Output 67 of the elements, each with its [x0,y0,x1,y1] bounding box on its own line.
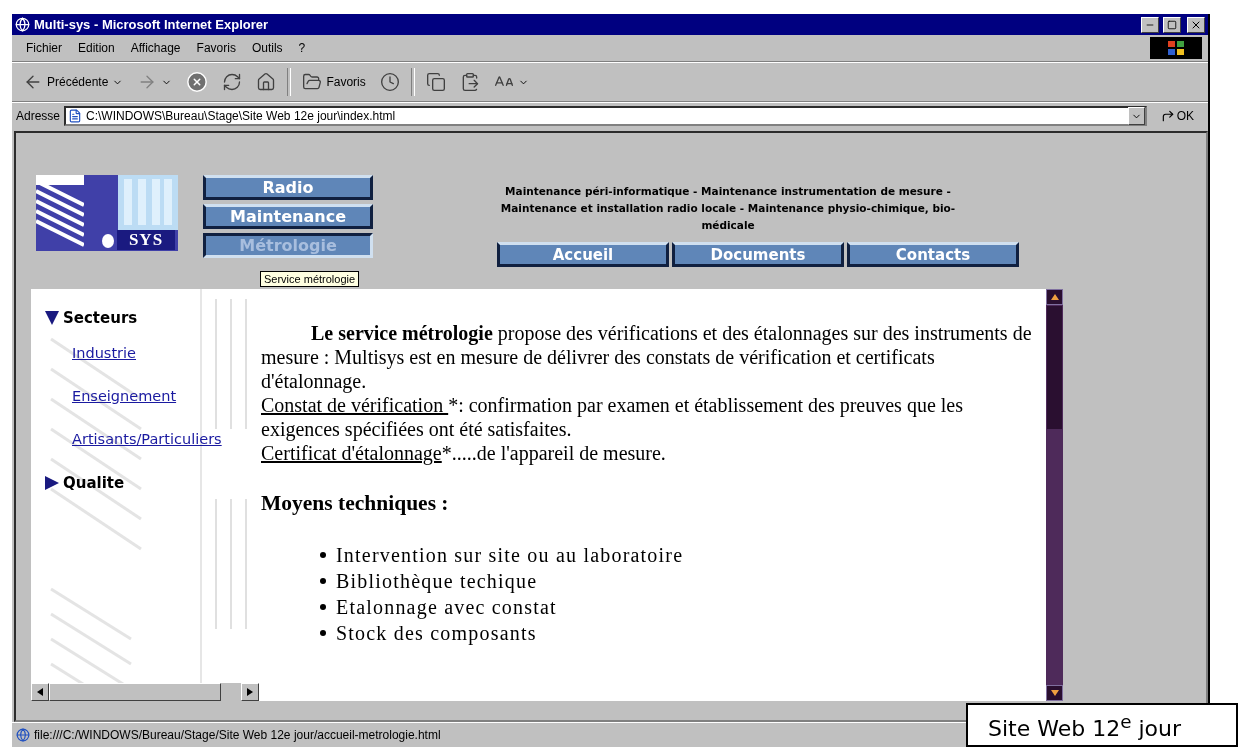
address-label: Adresse [16,109,61,123]
clock-icon [379,72,400,92]
back-button[interactable]: Précédente [20,70,127,94]
menu-item[interactable]: Edition [70,41,123,55]
menu-item[interactable]: Outils [243,41,291,55]
nav-button[interactable]: Radio [203,175,373,200]
favorites-button[interactable]: Favoris [299,70,369,94]
home-icon [256,72,277,92]
section-heading: Moyens techniques : [261,491,450,516]
x-circle-icon [186,71,209,93]
nav-button[interactable]: Contacts [847,242,1019,267]
arrow-up-icon [1050,294,1059,300]
list-item: Intervention sur site ou au laboratoire [336,543,684,568]
copy-icon [425,72,446,92]
scroll-down-button[interactable] [1046,685,1063,701]
arrow-down-icon [1050,690,1059,696]
dropdown-button[interactable] [1127,107,1145,125]
bullet-icon [320,578,326,584]
nav-button[interactable]: Documents [672,242,844,267]
folder-icon [302,72,323,92]
definition-text: Certificat d'étalonnage*.....de l'appareil de mesure. [261,441,667,465]
tooltip: Service métrologie [260,271,360,287]
section-label: Qualite [63,474,125,492]
page-icon [16,728,30,742]
section-label: Secteurs [63,309,138,327]
arrow-left-icon [37,688,43,696]
bullet-icon [320,630,326,636]
arrow-right-icon [247,688,253,696]
maximize-button[interactable] [1163,16,1181,33]
sidebar-link[interactable]: Industrie [72,345,259,361]
scroll-right-button[interactable] [241,683,259,701]
menu-item[interactable]: Affichage [122,41,189,55]
definition-text: Constat de vérification *: confirmation par examen et établissement des preuves que les exigences spécifiées ont été satisfaites. [261,393,964,441]
address-field[interactable]: C:\WINDOWS\Bureau\Stage\Site Web 12e jour\index.html [64,106,1147,126]
scroll-up-button[interactable] [1046,289,1063,305]
triangle-right-icon[interactable] [45,476,59,490]
bullet-icon [320,552,326,558]
caption-text: Site Web 12$^{e}$ jour [966,703,1238,747]
nav-button[interactable]: Maintenance [203,204,373,229]
browser-icon [15,17,30,32]
header-text: Maintenance péri-informatique - Maintenance instrumentation de mesure - Maintenance et installation radio locale - Maintenance physio-chimique, bio- médicale [500,184,956,233]
close-button[interactable] [1187,16,1205,33]
page-icon [68,109,83,123]
intro-paragraph: Le service métrologie propose des vérifications et des étalonnages sur des instruments de mesure : Multisys est en mesure de délivrer des constats de vérification et certificats d'étalonnage. [261,321,1033,393]
go-button[interactable]: OK [1150,109,1204,123]
bullet-icon [320,604,326,610]
windows-logo-icon [1150,37,1202,59]
sidebar-link[interactable]: Enseignement [72,388,259,404]
logo-text: SYS [117,230,175,250]
sidebar-link[interactable]: Artisants/Particuliers [72,431,259,447]
nav-button[interactable]: Accueil [497,242,669,267]
go-arrow-icon [1160,109,1175,123]
list-item: Etalonnage avec constat [336,595,557,620]
scroll-thumb[interactable] [1047,306,1062,429]
menu-item[interactable]: ? [290,41,314,55]
menu-item[interactable]: Favoris [188,41,244,55]
list-item: Bibliothèque techique [336,569,538,594]
scroll-thumb[interactable] [49,683,221,701]
window-title: Multi-sys - Microsoft Internet Explorer [34,17,270,32]
refresh-icon [222,72,243,92]
triangle-down-icon[interactable] [45,311,59,325]
vertical-scrollbar[interactable] [1046,289,1063,701]
minimize-button[interactable] [1141,16,1159,33]
menu-item[interactable]: Fichier [18,41,70,55]
maximize-icon [1167,19,1177,30]
list-item: Stock des composants [336,621,537,646]
scroll-left-button[interactable] [31,683,49,701]
